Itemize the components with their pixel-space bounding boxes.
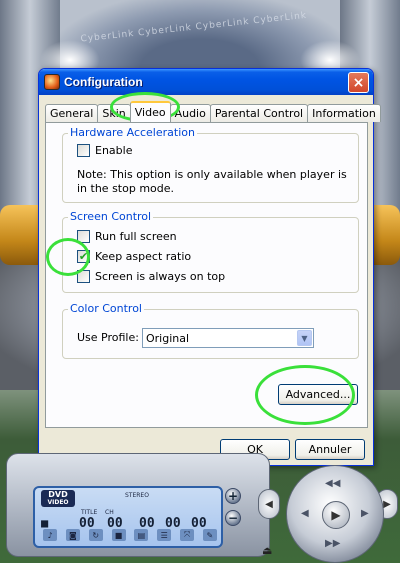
tab-audio[interactable]: Audio (169, 104, 211, 122)
camera-icon[interactable]: ◙ (65, 529, 80, 541)
keep-aspect-ratio-checkbox[interactable]: ✔ (77, 250, 90, 263)
run-full-screen-checkbox[interactable] (77, 230, 90, 243)
hardware-acceleration-title: Hardware Acceleration (68, 126, 197, 139)
enable-checkbox[interactable] (77, 144, 90, 157)
always-on-top-label: Screen is always on top (95, 270, 226, 283)
dvd-logo-bottom: VIDEO (47, 498, 69, 506)
hardware-acceleration-group: Hardware Acceleration Enable Note: This … (62, 126, 359, 203)
subtitle-icon[interactable]: ▤ (134, 529, 149, 541)
dvd-logo-top: DVD (48, 489, 68, 499)
dialog-titlebar[interactable]: Configuration × (39, 69, 373, 95)
rewind-icon[interactable]: ◀◀ (325, 478, 340, 489)
dvd-logo: DVD VIDEO (41, 490, 75, 507)
screen-control-title: Screen Control (68, 210, 154, 223)
menu-icon[interactable]: ☰ (157, 529, 172, 541)
repeat-icon[interactable]: ↻ (88, 529, 103, 541)
profile-select-value: Original (146, 331, 190, 345)
enable-label: Enable (95, 144, 133, 157)
chapter-label: CH (105, 509, 114, 516)
tab-general[interactable]: General (45, 104, 99, 122)
volume-up-button[interactable]: + (225, 488, 241, 504)
tab-strip: General Skin Video Audio Parental Contro… (45, 101, 381, 122)
disc-icon[interactable]: ♪ (43, 529, 57, 541)
stop-icon[interactable]: ■ (111, 529, 126, 541)
title-label: TITLE (81, 509, 98, 516)
run-full-screen-row[interactable]: Run full screen (77, 230, 177, 243)
navigation-wheel[interactable]: ◀◀ ◀ ▶ ▶▶ ▶ (286, 465, 384, 563)
close-button[interactable]: × (348, 72, 369, 93)
prev-side-button[interactable]: ◀ (258, 489, 280, 519)
next-icon[interactable]: ▶ (361, 508, 369, 519)
tab-parental-control[interactable]: Parental Control (209, 104, 309, 122)
stereo-label: STEREO (125, 492, 149, 499)
color-control-title: Color Control (68, 302, 144, 315)
tab-skin[interactable]: Skin (97, 104, 131, 122)
chevron-right-icon: ▶ (383, 498, 391, 510)
enable-checkbox-row[interactable]: Enable (77, 144, 132, 157)
close-icon: × (352, 74, 365, 91)
tab-video[interactable]: Video (129, 101, 171, 122)
fullscreen-icon[interactable]: ⤧ (180, 529, 195, 541)
video-tab-panel: Hardware Acceleration Enable Note: This … (45, 122, 368, 428)
lcd-display: DVD VIDEO STEREO TITLE CH ■ 00 00 00 00 … (33, 486, 223, 548)
eject-icon[interactable]: ⏏ (262, 544, 272, 557)
volume-down-button[interactable]: − (225, 510, 241, 526)
tools-icon[interactable]: ✎ (202, 529, 217, 541)
fast-forward-icon[interactable]: ▶▶ (325, 538, 340, 549)
keep-aspect-ratio-row[interactable]: ✔ Keep aspect ratio (77, 250, 191, 263)
play-icon: ▶ (331, 508, 341, 522)
lcd-icon-row: ♪ ◙ ↻ ■ ▤ ☰ ⤧ ✎ (43, 529, 217, 543)
color-control-group: Color Control Use Profile: Original ▼ (62, 302, 359, 359)
dialog-title: Configuration (64, 75, 143, 89)
chevron-down-icon[interactable]: ▼ (297, 330, 312, 346)
hardware-acceleration-note: Note: This option is only available when… (77, 168, 347, 195)
play-button[interactable]: ▶ (322, 501, 350, 529)
always-on-top-checkbox[interactable] (77, 270, 90, 283)
checkmark-icon: ✔ (78, 250, 89, 263)
chevron-left-icon: ◀ (265, 498, 273, 510)
always-on-top-row[interactable]: Screen is always on top (77, 270, 225, 283)
keep-aspect-ratio-label: Keep aspect ratio (95, 250, 192, 263)
run-full-screen-label: Run full screen (95, 230, 177, 243)
previous-icon[interactable]: ◀ (301, 508, 309, 519)
player-body: DVD VIDEO STEREO TITLE CH ■ 00 00 00 00 … (6, 453, 270, 557)
screen-control-group: Screen Control Run full screen ✔ Keep as… (62, 210, 359, 293)
app-icon (44, 74, 60, 90)
use-profile-label: Use Profile: (77, 331, 139, 344)
profile-select[interactable]: Original ▼ (142, 328, 314, 348)
dvd-player-controls: DVD VIDEO STEREO TITLE CH ■ 00 00 00 00 … (0, 447, 400, 563)
advanced-button[interactable]: Advanced... (278, 384, 358, 405)
stop-indicator: ■ (41, 516, 49, 530)
configuration-dialog: Configuration × General Skin Video Audio… (38, 68, 381, 466)
tab-information[interactable]: Information (307, 104, 381, 122)
